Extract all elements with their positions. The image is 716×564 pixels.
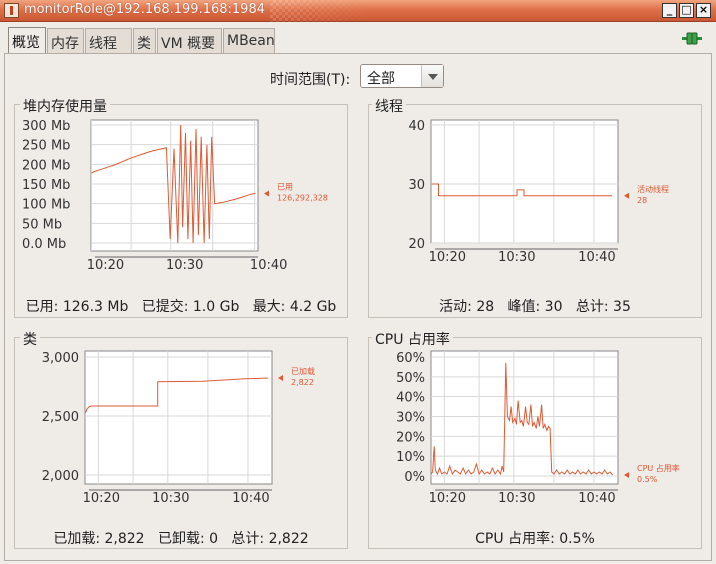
classes-panel-title: 类 [20, 329, 40, 349]
threads-peak-label: 峰值: [507, 299, 541, 315]
heap-panel-title: 堆内存使用量 [20, 96, 110, 116]
time-range-label: 时间范围(T): [270, 72, 351, 88]
tab-memory[interactable]: 内存 [47, 28, 84, 53]
classes-unloaded-value: 0 [209, 531, 219, 547]
heap-memory-panel [14, 104, 348, 318]
cpu-usage-label: CPU 占用率: [475, 531, 555, 547]
cpu-usage-value: 0.5% [559, 531, 595, 547]
cpu-panel-title: CPU 占用率 [372, 329, 453, 349]
threads-live-value: 28 [476, 299, 495, 315]
chevron-down-icon[interactable] [421, 65, 443, 87]
tab-threads[interactable]: 线程 [85, 28, 132, 53]
cpu-summary: CPU 占用率: 0.5% [368, 528, 702, 548]
threads-live-label: 活动: [439, 299, 472, 315]
classes-total-label: 总计: [231, 531, 265, 547]
window-titlebar[interactable]: monitorRole@192.168.199.168:1984 _ □ × [0, 0, 716, 22]
threads-total-value: 35 [613, 299, 631, 315]
classes-loaded-value: 2,822 [104, 531, 145, 547]
classes-total-value: 2,822 [268, 531, 309, 547]
heap-max-value: 4.2 Gb [289, 299, 337, 315]
close-icon[interactable]: × [696, 3, 711, 18]
classes-unloaded-label: 已卸载: [157, 531, 205, 547]
threads-panel-title: 线程 [372, 96, 406, 116]
titlebar-pattern [270, 0, 670, 22]
tab-overview[interactable]: 概览 [8, 27, 46, 54]
classes-panel [14, 337, 348, 549]
threads-panel [368, 104, 702, 318]
heap-used-label: 已用: [25, 299, 59, 315]
maximize-icon[interactable]: □ [679, 3, 694, 18]
java-cup-icon [4, 3, 19, 18]
classes-loaded-label: 已加载: [53, 531, 101, 547]
threads-summary: 活动: 28 峰值: 30 总计: 35 [368, 296, 702, 316]
connection-plug-icon[interactable] [680, 30, 704, 46]
minimize-icon[interactable]: _ [662, 3, 677, 18]
heap-max-label: 最大: [252, 299, 286, 315]
time-range-select[interactable]: 全部 [360, 64, 444, 88]
tab-mbean[interactable]: MBean [223, 28, 275, 53]
window-title: monitorRole@192.168.199.168:1984 [24, 2, 265, 17]
threads-peak-value: 30 [544, 299, 563, 315]
classes-summary: 已加载: 2,822 已卸载: 0 总计: 2,822 [14, 528, 348, 548]
heap-committed-label: 已提交: [141, 299, 189, 315]
threads-total-label: 总计: [575, 299, 609, 315]
tab-classes[interactable]: 类 [133, 28, 156, 53]
time-range-value: 全部 [367, 71, 395, 87]
tab-vm-summary[interactable]: VM 概要 [157, 28, 222, 53]
cpu-panel [368, 337, 702, 549]
heap-used-value: 126.3 Mb [62, 299, 129, 315]
heap-committed-value: 1.0 Gb [192, 299, 240, 315]
heap-summary: 已用: 126.3 Mb 已提交: 1.0 Gb 最大: 4.2 Gb [14, 296, 348, 316]
